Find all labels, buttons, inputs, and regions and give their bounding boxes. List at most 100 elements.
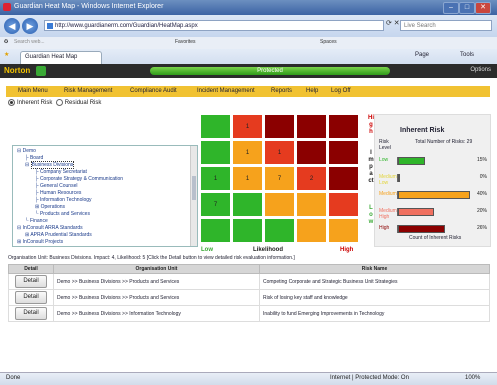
toolbar-logo-icon: ✪ <box>4 39 9 45</box>
heat-cell[interactable] <box>232 218 263 243</box>
inherent-risk-radio[interactable] <box>8 99 15 106</box>
forward-button[interactable]: ▶ <box>22 18 38 34</box>
menu-reports[interactable]: Reports <box>271 88 292 94</box>
tree-node[interactable]: ├ General Counsel <box>35 183 77 189</box>
tree-node[interactable]: ├ Human Resources <box>35 190 81 196</box>
address-field[interactable]: http://www.guardianerm.com/Guardian/Heat… <box>44 20 384 31</box>
detail-button[interactable]: Detail <box>15 275 47 288</box>
heat-cell[interactable] <box>232 192 263 217</box>
heat-cell[interactable]: 1 <box>232 114 263 139</box>
window-titlebar: Guardian Heat Map - Windows Internet Exp… <box>0 0 497 15</box>
bar-track <box>397 157 472 165</box>
favorites-star-icon[interactable]: ★ <box>4 51 9 58</box>
address-text: http://www.guardianerm.com/Guardian/Heat… <box>55 23 198 29</box>
risk-type-selector: Inherent Risk Residual Risk <box>8 99 101 106</box>
tab-guardian-heat-map[interactable]: Guardian Heat Map <box>20 51 102 64</box>
panel-title: Inherent Risk <box>400 127 445 134</box>
tree-node[interactable]: ├ Corporate Strategy & Communication <box>35 176 123 182</box>
address-toolbar: ◀ ▶ http://www.guardianerm.com/Guardian/… <box>0 15 497 37</box>
bar-label: High <box>379 225 390 231</box>
tab-bar: ★ Guardian Heat Map Page Tools <box>0 49 497 65</box>
bar-fill <box>398 191 470 199</box>
heat-cell[interactable] <box>264 192 295 217</box>
col-detail: Detail <box>8 264 54 274</box>
bar-label: Low <box>379 157 389 163</box>
tree-node[interactable]: ⊞ InConsult Projects <box>17 239 63 245</box>
heat-map-grid: 11111727 <box>200 114 360 244</box>
spaces-link[interactable]: Spaces <box>320 39 337 45</box>
app-menu-bar: Main Menu Risk Management Compliance Aud… <box>6 86 490 97</box>
tree-node[interactable]: └ Finance <box>25 218 48 224</box>
tree-node[interactable]: ⊟ Demo <box>17 148 36 154</box>
detail-button[interactable]: Detail <box>15 307 47 320</box>
tree-node[interactable]: └ Products and Services <box>35 211 90 217</box>
page-menu[interactable]: Page <box>415 52 429 58</box>
menu-log-off[interactable]: Log Off <box>331 88 351 94</box>
live-search-input[interactable]: Live Search <box>400 20 492 31</box>
bar-fill <box>398 174 400 182</box>
risk-name-cell: Inability to fund Emerging Improvements … <box>259 305 490 322</box>
risk-name-cell: Competing Corporate and Strategic Busine… <box>259 273 490 290</box>
col-org-unit: Organisation Unit <box>53 264 260 274</box>
tools-menu[interactable]: Tools <box>460 52 474 58</box>
heat-cell[interactable] <box>296 192 327 217</box>
close-button[interactable]: ✕ <box>475 2 491 14</box>
favorites-link[interactable]: Favorites <box>175 39 196 45</box>
tree-node[interactable]: ├ Company Secretariat <box>35 169 87 175</box>
selection-info: Organisation Unit: Business Divisions. I… <box>8 255 295 261</box>
detail-button[interactable]: Detail <box>15 291 47 304</box>
heat-cell[interactable] <box>328 114 359 139</box>
heat-cell[interactable] <box>200 218 231 243</box>
heat-cell[interactable]: 1 <box>264 140 295 165</box>
menu-help[interactable]: Help <box>306 88 318 94</box>
heat-cell[interactable]: 1 <box>200 166 231 191</box>
risk-detail-table: Detail Organisation Unit Risk Name Detai… <box>8 264 490 322</box>
tree-scrollbar[interactable] <box>190 146 197 246</box>
bar-percent: 40% <box>476 191 487 197</box>
heat-cell[interactable] <box>200 114 231 139</box>
heat-cell[interactable] <box>264 114 295 139</box>
menu-compliance-audit[interactable]: Compliance Audit <box>130 88 177 94</box>
tree-node[interactable]: ⊟ InConsult ARRA Standards <box>17 225 83 231</box>
tree-node[interactable]: ⊞ Operations <box>35 204 65 210</box>
web-search-input[interactable]: Search web... <box>14 39 45 45</box>
heat-cell[interactable] <box>296 218 327 243</box>
bar-track <box>397 225 472 233</box>
heat-cell[interactable]: 7 <box>264 166 295 191</box>
minimize-button[interactable]: – <box>443 2 459 14</box>
bar-percent: 26% <box>476 225 487 231</box>
heat-cell[interactable] <box>328 192 359 217</box>
heat-cell[interactable]: 1 <box>232 166 263 191</box>
table-row: Detail Demo >> Business Divisions >> Info… <box>8 305 490 322</box>
norton-status-pill[interactable]: Protected <box>150 67 390 75</box>
menu-risk-management[interactable]: Risk Management <box>64 88 112 94</box>
heat-cell[interactable] <box>328 166 359 191</box>
norton-status-text: Protected <box>257 68 283 74</box>
refresh-stop-buttons[interactable]: ⟳ ✕ <box>386 19 400 27</box>
bar-fill <box>398 157 425 165</box>
heat-cell[interactable] <box>328 218 359 243</box>
zoom-level[interactable]: 100% <box>465 375 480 381</box>
norton-options-button[interactable]: Options <box>470 67 491 73</box>
maximize-button[interactable]: □ <box>459 2 475 14</box>
menu-incident-management[interactable]: Incident Management <box>197 88 255 94</box>
heat-cell[interactable]: 1 <box>232 140 263 165</box>
heat-cell[interactable] <box>264 218 295 243</box>
tree-node[interactable]: ├ Information Technology <box>35 197 92 203</box>
risk-level-label: Risk Level <box>379 139 391 151</box>
heat-cell[interactable] <box>296 114 327 139</box>
heat-cell[interactable]: 7 <box>200 192 231 217</box>
tree-scroll-thumb[interactable] <box>192 176 196 200</box>
heat-cell[interactable] <box>296 140 327 165</box>
heat-cell[interactable] <box>200 140 231 165</box>
heat-cell[interactable] <box>328 140 359 165</box>
menu-main[interactable]: Main Menu <box>18 88 48 94</box>
heat-cell[interactable]: 2 <box>296 166 327 191</box>
tree-node[interactable]: ⊟ Business Divisions <box>25 161 75 169</box>
status-text: Done <box>6 375 21 381</box>
residual-risk-radio[interactable] <box>55 99 63 106</box>
norton-check-icon[interactable] <box>36 66 46 76</box>
tree-node[interactable]: ⊞ APRA Prudential Standards <box>25 232 92 238</box>
back-button[interactable]: ◀ <box>4 18 20 34</box>
risk-name-cell: Risk of losing key staff and knowledge <box>259 289 490 306</box>
